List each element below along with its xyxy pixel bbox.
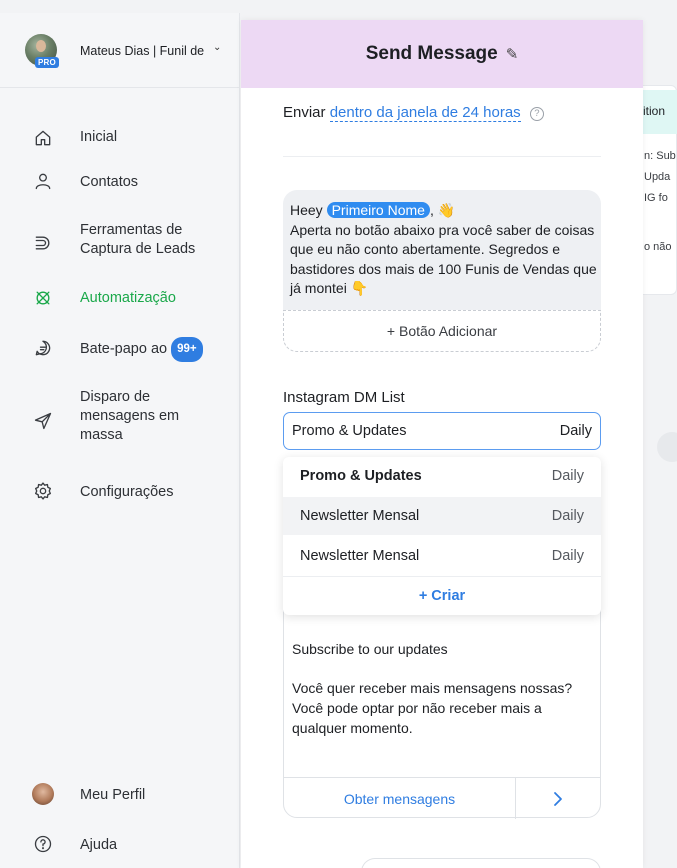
sidebar-item-label: Ajuda bbox=[80, 837, 118, 853]
send-window-link[interactable]: dentro da janela de 24 horas bbox=[329, 104, 521, 122]
gear-icon bbox=[32, 480, 54, 502]
option-name: Newsletter Mensal bbox=[300, 548, 420, 564]
account-name: Mateus Dias | Funil de bbox=[80, 44, 205, 58]
sidebar-item-contatos[interactable]: Contatos bbox=[0, 170, 240, 210]
sidebar-item-label: Inicial bbox=[80, 129, 118, 145]
sidebar-item-disparo[interactable]: Disparo de mensagens em massa bbox=[0, 386, 240, 456]
sidebar: PRO Mateus Dias | Funil de ⌄ Inicial Con… bbox=[0, 13, 240, 868]
background-node-text: o não bbox=[644, 241, 672, 253]
message-text[interactable]: Heey Primeiro Nome, 👋 Aperta no botão ab… bbox=[290, 201, 600, 299]
selected-frequency: Daily bbox=[559, 423, 592, 439]
dm-list-select[interactable]: Promo & Updates Daily bbox=[283, 412, 601, 450]
chevron-right-icon[interactable] bbox=[516, 778, 600, 819]
subscribe-footer: Obter mensagens bbox=[284, 777, 600, 819]
sidebar-item-label: Configurações bbox=[80, 484, 174, 500]
send-window-row: Enviar dentro da janela de 24 horas ? bbox=[283, 104, 544, 122]
sidebar-item-label: Meu Perfil bbox=[80, 787, 146, 803]
dropdown-option[interactable]: Newsletter Mensal Daily bbox=[283, 497, 601, 535]
first-name-variable[interactable]: Primeiro Nome bbox=[326, 202, 430, 218]
send-message-panel: Send Message ✎ Enviar dentro da janela d… bbox=[241, 20, 643, 868]
get-messages-button[interactable]: Obter mensagens bbox=[284, 778, 516, 819]
home-icon bbox=[32, 127, 54, 149]
profile-avatar-icon bbox=[32, 783, 54, 805]
sidebar-item-label: Disparo de mensagens em massa bbox=[80, 389, 180, 443]
subscribe-card: Subscribe to our updates Você quer receb… bbox=[283, 580, 601, 819]
dm-list-dropdown: Promo & Updates Daily Newsletter Mensal … bbox=[283, 457, 601, 615]
sidebar-item-label: Bate-papo ao 99+ bbox=[80, 337, 203, 362]
sidebar-item-label: Contatos bbox=[80, 174, 139, 190]
user-icon bbox=[32, 170, 54, 192]
sidebar-item-ferramentas[interactable]: Ferramentas de Captura de Leads bbox=[0, 218, 240, 268]
background-node-text: Upda bbox=[644, 171, 671, 183]
sidebar-item-label: Ferramentas de Captura de Leads bbox=[80, 222, 196, 257]
pro-badge: PRO bbox=[35, 57, 59, 68]
subscribe-description: Você quer receber mais mensagens nossas?… bbox=[292, 680, 573, 736]
chevron-down-icon: ⌄ bbox=[213, 42, 222, 53]
message-card[interactable]: Heey Primeiro Nome, 👋 Aperta no botão ab… bbox=[283, 190, 601, 352]
sidebar-item-meu-perfil[interactable]: Meu Perfil bbox=[0, 783, 240, 823]
option-name: Newsletter Mensal bbox=[300, 508, 420, 524]
sidebar-item-bate-papo[interactable]: Bate-papo ao 99+ bbox=[0, 333, 240, 373]
dropdown-option[interactable]: Promo & Updates Daily bbox=[283, 457, 601, 495]
send-prefix: Enviar bbox=[283, 104, 326, 121]
dropdown-option[interactable]: Newsletter Mensal Daily bbox=[283, 537, 601, 575]
automation-icon bbox=[32, 287, 54, 309]
panel-header: Send Message ✎ bbox=[241, 20, 643, 88]
chat-icon bbox=[32, 337, 54, 359]
send-icon bbox=[32, 410, 54, 432]
sidebar-item-inicial[interactable]: Inicial bbox=[0, 118, 240, 158]
sidebar-item-automatizacao[interactable]: Automatização bbox=[0, 283, 240, 323]
avatar bbox=[32, 783, 54, 805]
help-icon[interactable]: ? bbox=[529, 107, 544, 121]
selected-list: Promo & Updates bbox=[292, 423, 407, 439]
collapse-handle[interactable] bbox=[657, 432, 677, 462]
background-node-text: n: Sub bbox=[644, 150, 676, 162]
background-node-tag: ition bbox=[640, 90, 677, 134]
help-icon bbox=[32, 833, 54, 855]
magnet-icon bbox=[32, 232, 54, 254]
list-label: Instagram DM List bbox=[283, 389, 405, 406]
option-frequency: Daily bbox=[551, 548, 584, 564]
create-list-button[interactable]: + Criar bbox=[283, 577, 601, 615]
add-button[interactable]: + Botão Adicionar bbox=[283, 310, 601, 352]
divider bbox=[283, 156, 601, 157]
option-frequency: Daily bbox=[551, 468, 584, 484]
next-card-edge bbox=[361, 858, 601, 868]
subscribe-title: Subscribe to our updates bbox=[292, 641, 448, 657]
background-node-text: IG fo bbox=[644, 192, 668, 204]
sidebar-item-label: Automatização bbox=[80, 290, 176, 306]
option-name: Promo & Updates bbox=[300, 468, 422, 484]
sidebar-item-ajuda[interactable]: Ajuda bbox=[0, 833, 240, 868]
sidebar-item-configuracoes[interactable]: Configurações bbox=[0, 480, 240, 520]
option-frequency: Daily bbox=[551, 508, 584, 524]
unread-count-badge: 99+ bbox=[171, 337, 203, 362]
pencil-icon[interactable]: ✎ bbox=[506, 45, 519, 63]
account-switcher[interactable]: PRO Mateus Dias | Funil de ⌄ bbox=[0, 13, 240, 88]
account-avatar: PRO bbox=[25, 34, 59, 68]
panel-title: Send Message bbox=[365, 43, 498, 64]
